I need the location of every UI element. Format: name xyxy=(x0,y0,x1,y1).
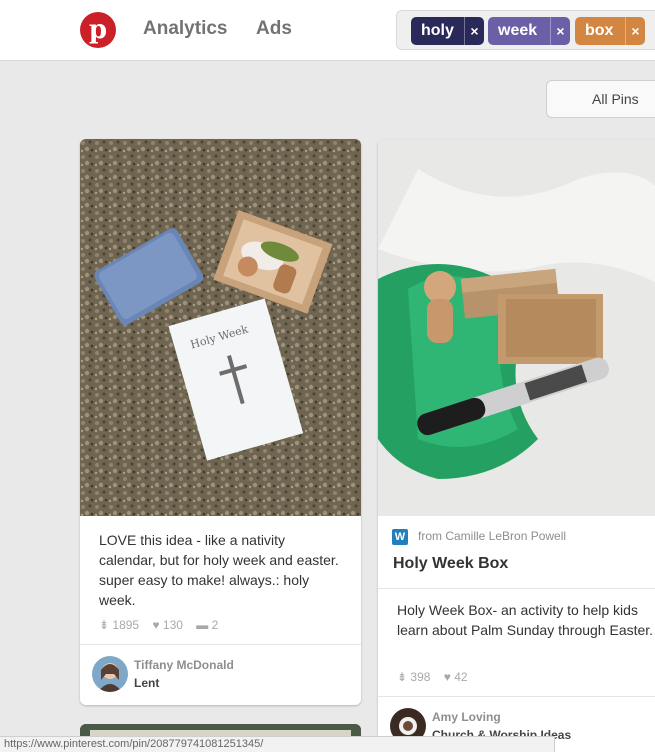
like-count[interactable]: ♥ 130 xyxy=(152,618,183,632)
search-token-box[interactable]: box × xyxy=(575,17,645,45)
like-count[interactable]: ♥ 42 xyxy=(444,670,468,684)
comment-icon: ▬ xyxy=(196,618,212,632)
remove-token-icon[interactable]: × xyxy=(625,17,645,45)
pin-stats: ⇟ 398 ♥ 42 xyxy=(397,670,478,684)
browser-status-url: https://www.pinterest.com/pin/2087797410… xyxy=(0,736,555,752)
board-name[interactable]: Lent xyxy=(134,676,334,690)
search-token-label: holy xyxy=(421,22,454,39)
pin-divider xyxy=(378,696,655,697)
pin-image[interactable] xyxy=(378,139,655,516)
nav-ads-link[interactable]: Ads xyxy=(256,18,292,40)
like-count-value: 130 xyxy=(162,618,183,632)
repin-count-value: 1895 xyxy=(112,618,140,632)
wordpress-icon: W xyxy=(392,529,408,545)
heart-icon: ♥ xyxy=(443,670,455,684)
remove-token-icon[interactable]: × xyxy=(464,17,484,45)
all-pins-filter-button[interactable]: All Pins xyxy=(546,80,655,118)
nav-analytics-link[interactable]: Analytics xyxy=(143,18,227,40)
pin-card[interactable]: Holy Week LOVE this idea - like a nativi… xyxy=(80,139,361,705)
repin-icon: ⇟ xyxy=(99,618,113,632)
pin-description: Holy Week Box- an activity to help kids … xyxy=(397,602,654,638)
search-token-holy[interactable]: holy × xyxy=(411,17,484,45)
pin-title[interactable]: Holy Week Box xyxy=(393,555,508,573)
avatar[interactable] xyxy=(92,656,128,692)
comment-count[interactable]: ▬ 2 xyxy=(196,618,218,632)
repin-count[interactable]: ⇟ 1895 xyxy=(99,618,139,632)
pinner-name[interactable]: Amy Loving xyxy=(432,710,632,724)
header-divider xyxy=(0,60,655,61)
repin-count-value: 398 xyxy=(410,670,431,684)
search-token-label: box xyxy=(585,22,614,39)
pin-divider xyxy=(80,644,361,645)
pin-divider xyxy=(378,588,655,589)
top-header: p Analytics Ads holy × week × box × xyxy=(0,0,655,60)
repin-count[interactable]: ⇟ 398 xyxy=(397,670,430,684)
pinterest-logo-icon[interactable]: p xyxy=(80,12,116,48)
pin-source-label: from Camille LeBron Powell xyxy=(418,529,567,544)
pin-image[interactable]: Holy Week xyxy=(80,139,361,516)
remove-token-icon[interactable]: × xyxy=(550,17,570,45)
pin-card[interactable]: Wfrom Camille LeBron Powell Holy Week Bo… xyxy=(378,139,655,752)
pinner-name[interactable]: Tiffany McDonald xyxy=(134,658,334,672)
like-count-value: 42 xyxy=(454,670,468,684)
search-box[interactable]: holy × week × box × xyxy=(396,10,655,50)
comment-count-value: 2 xyxy=(211,618,219,632)
heart-icon: ♥ xyxy=(152,618,163,632)
pin-description: LOVE this idea - like a nativity calenda… xyxy=(99,532,339,608)
search-token-label: week xyxy=(498,22,538,39)
repin-icon: ⇟ xyxy=(397,670,411,684)
pin-source[interactable]: Wfrom Camille LeBron Powell xyxy=(392,529,566,545)
pin-stats: ⇟ 1895 ♥ 130 ▬ 2 xyxy=(99,618,228,632)
search-token-week[interactable]: week × xyxy=(488,17,570,45)
